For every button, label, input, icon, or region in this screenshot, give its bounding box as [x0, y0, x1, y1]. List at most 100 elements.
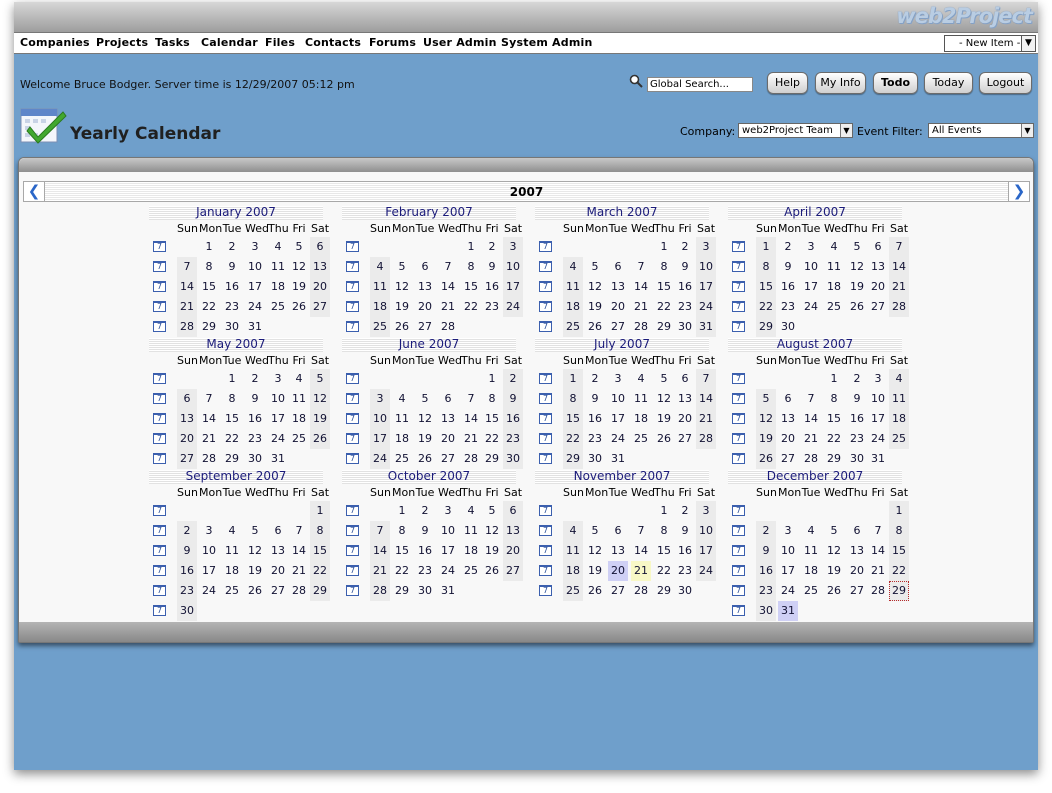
- day-cell[interactable]: 19: [289, 277, 309, 297]
- day-cell[interactable]: 21: [461, 429, 481, 449]
- week-view-icon[interactable]: 7: [732, 281, 745, 292]
- nav-projects[interactable]: Projects: [96, 36, 148, 49]
- day-cell[interactable]: 26: [245, 581, 265, 601]
- day-cell[interactable]: 17: [696, 541, 716, 561]
- day-cell[interactable]: 28: [631, 317, 651, 337]
- day-cell[interactable]: 16: [482, 277, 502, 297]
- day-cell[interactable]: 9: [177, 541, 197, 561]
- day-cell[interactable]: 21: [289, 561, 309, 581]
- day-cell[interactable]: 14: [801, 409, 821, 429]
- day-cell[interactable]: 19: [847, 277, 867, 297]
- day-cell[interactable]: 10: [199, 541, 219, 561]
- day-cell[interactable]: 27: [415, 317, 435, 337]
- day-cell[interactable]: 2: [675, 501, 695, 521]
- week-view-icon[interactable]: 7: [732, 393, 745, 404]
- week-view-icon[interactable]: 7: [153, 281, 166, 292]
- day-cell[interactable]: 10: [778, 541, 798, 561]
- day-cell[interactable]: 8: [461, 257, 481, 277]
- day-cell[interactable]: 26: [482, 561, 502, 581]
- nav-calendar[interactable]: Calendar: [201, 36, 258, 49]
- day-cell[interactable]: 19: [310, 409, 330, 429]
- day-cell[interactable]: 14: [889, 257, 909, 277]
- day-cell[interactable]: 22: [756, 297, 776, 317]
- week-view-icon[interactable]: 7: [346, 261, 359, 272]
- day-cell[interactable]: 19: [482, 541, 502, 561]
- day-cell[interactable]: 4: [631, 369, 651, 389]
- month-title[interactable]: June 2007: [342, 338, 516, 352]
- day-cell[interactable]: 7: [868, 521, 888, 541]
- day-cell[interactable]: 6: [503, 501, 523, 521]
- day-cell[interactable]: 19: [824, 561, 844, 581]
- day-cell[interactable]: 6: [310, 237, 330, 257]
- day-cell[interactable]: 1: [482, 369, 502, 389]
- day-cell[interactable]: 3: [696, 237, 716, 257]
- day-cell[interactable]: 16: [245, 409, 265, 429]
- day-cell[interactable]: 23: [482, 297, 502, 317]
- day-cell[interactable]: 23: [222, 297, 242, 317]
- day-cell[interactable]: 13: [778, 409, 798, 429]
- day-cell[interactable]: 15: [563, 409, 583, 429]
- day-cell[interactable]: 12: [585, 277, 605, 297]
- day-cell[interactable]: 9: [756, 541, 776, 561]
- day-cell[interactable]: 30: [245, 449, 265, 469]
- day-cell[interactable]: 16: [778, 277, 798, 297]
- nav-user-admin[interactable]: User Admin: [423, 36, 497, 49]
- day-cell[interactable]: 3: [370, 389, 390, 409]
- day-cell[interactable]: 24: [801, 297, 821, 317]
- week-view-icon[interactable]: 7: [346, 545, 359, 556]
- day-cell[interactable]: 3: [268, 369, 288, 389]
- day-cell[interactable]: 18: [889, 409, 909, 429]
- day-cell[interactable]: 24: [199, 581, 219, 601]
- week-view-icon[interactable]: 7: [732, 525, 745, 536]
- day-cell[interactable]: 25: [889, 429, 909, 449]
- day-cell[interactable]: 26: [847, 297, 867, 317]
- day-cell[interactable]: 18: [801, 561, 821, 581]
- day-cell[interactable]: 11: [889, 389, 909, 409]
- day-cell[interactable]: 1: [461, 237, 481, 257]
- day-cell[interactable]: 10: [696, 521, 716, 541]
- day-cell[interactable]: 12: [245, 541, 265, 561]
- day-cell[interactable]: 16: [177, 561, 197, 581]
- day-cell[interactable]: 11: [268, 257, 288, 277]
- week-view-icon[interactable]: 7: [153, 565, 166, 576]
- day-cell[interactable]: 26: [392, 317, 412, 337]
- day-cell[interactable]: 9: [222, 257, 242, 277]
- day-cell[interactable]: 9: [675, 521, 695, 541]
- day-cell[interactable]: 25: [392, 449, 412, 469]
- today-button[interactable]: Today: [924, 72, 973, 94]
- day-cell[interactable]: 5: [245, 521, 265, 541]
- week-view-icon[interactable]: 7: [153, 321, 166, 332]
- day-cell[interactable]: 2: [847, 369, 867, 389]
- month-title[interactable]: April 2007: [728, 206, 902, 220]
- day-cell[interactable]: 11: [801, 541, 821, 561]
- day-cell[interactable]: 21: [868, 561, 888, 581]
- day-cell[interactable]: 25: [824, 297, 844, 317]
- day-cell[interactable]: 8: [392, 521, 412, 541]
- day-cell[interactable]: 22: [563, 429, 583, 449]
- day-cell[interactable]: 20: [438, 429, 458, 449]
- day-cell[interactable]: 30: [675, 317, 695, 337]
- day-cell[interactable]: 9: [778, 257, 798, 277]
- day-cell[interactable]: 28: [177, 317, 197, 337]
- day-cell[interactable]: 2: [482, 237, 502, 257]
- day-cell[interactable]: 4: [268, 237, 288, 257]
- week-view-icon[interactable]: 7: [153, 453, 166, 464]
- day-cell[interactable]: 21: [696, 409, 716, 429]
- day-cell[interactable]: 15: [756, 277, 776, 297]
- week-view-icon[interactable]: 7: [346, 505, 359, 516]
- month-title[interactable]: July 2007: [535, 338, 709, 352]
- week-view-icon[interactable]: 7: [153, 413, 166, 424]
- day-cell[interactable]: 3: [199, 521, 219, 541]
- day-cell[interactable]: 3: [438, 501, 458, 521]
- day-cell[interactable]: 1: [824, 369, 844, 389]
- day-cell[interactable]: 8: [889, 521, 909, 541]
- day-cell[interactable]: 7: [696, 369, 716, 389]
- day-cell[interactable]: 16: [415, 541, 435, 561]
- day-cell[interactable]: 25: [631, 429, 651, 449]
- day-cell[interactable]: 23: [585, 429, 605, 449]
- day-cell[interactable]: 17: [868, 409, 888, 429]
- day-cell[interactable]: 15: [654, 277, 674, 297]
- day-cell[interactable]: 13: [177, 409, 197, 429]
- day-cell[interactable]: 27: [503, 561, 523, 581]
- day-cell[interactable]: 16: [585, 409, 605, 429]
